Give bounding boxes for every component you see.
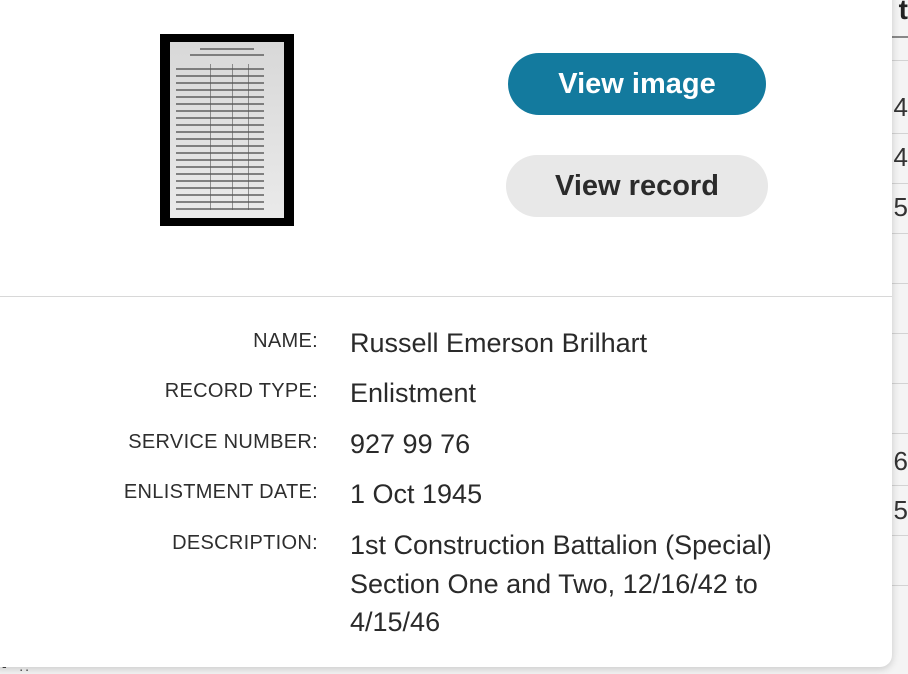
thumbnail-text-line: [176, 89, 264, 91]
thumbnail-text-line: [176, 152, 264, 154]
detail-value: 1st Construction Battalion (Special) Sec…: [350, 530, 772, 637]
thumbnail-document: [170, 42, 284, 218]
background-cell: 6: [893, 446, 908, 476]
background-cell: 5: [893, 495, 908, 525]
thumbnail-text-line: [176, 103, 264, 105]
popup-divider: [0, 296, 892, 297]
detail-value: 1 Oct 1945: [350, 479, 483, 509]
background-cell: 4: [893, 92, 908, 122]
record-image-thumbnail[interactable]: [160, 34, 294, 226]
detail-label: NAME:: [253, 330, 318, 352]
thumbnail-text-line: [176, 131, 264, 133]
thumbnail-text-line: [176, 159, 264, 161]
detail-label: ENLISTMENT DATE:: [123, 481, 318, 503]
thumbnail-text-line: [176, 124, 264, 126]
thumbnail-text-line: [190, 54, 264, 56]
thumbnail-text-line: [176, 173, 264, 175]
background-cell: 4: [893, 142, 908, 172]
thumbnail-text-line: [200, 48, 254, 50]
detail-label: RECORD TYPE:: [164, 380, 318, 402]
thumbnail-text-line: [176, 166, 264, 168]
thumbnail-text-line: [176, 138, 264, 140]
thumbnail-text-line: [176, 180, 264, 182]
thumbnail-text-line: [176, 75, 264, 77]
detail-value: Russell Emerson Brilhart: [350, 328, 648, 358]
thumbnail-text-line: [176, 208, 264, 210]
background-column-header: t: [898, 0, 908, 25]
thumbnail-text-line: [176, 96, 264, 98]
thumbnail-text-line: [176, 117, 264, 119]
thumbnail-text-line: [176, 201, 264, 203]
detail-value: Enlistment: [350, 378, 477, 408]
view-image-button[interactable]: View image: [508, 53, 766, 115]
background-cell: 5: [893, 192, 908, 222]
detail-value: 927 99 76: [350, 429, 471, 459]
detail-label: SERVICE NUMBER:: [128, 431, 318, 453]
thumbnail-text-line: [176, 187, 264, 189]
detail-label: DESCRIPTION:: [172, 532, 318, 554]
view-record-button[interactable]: View record: [506, 155, 768, 217]
popup-header: View image View record: [0, 0, 892, 297]
thumbnail-text-line: [176, 110, 264, 112]
record-preview-popup: View image View record NAME: Russell Eme…: [0, 0, 892, 667]
thumbnail-text-line: [176, 82, 264, 84]
thumbnail-text-line: [176, 145, 264, 147]
thumbnail-text-line: [176, 194, 264, 196]
thumbnail-text-line: [176, 68, 264, 70]
